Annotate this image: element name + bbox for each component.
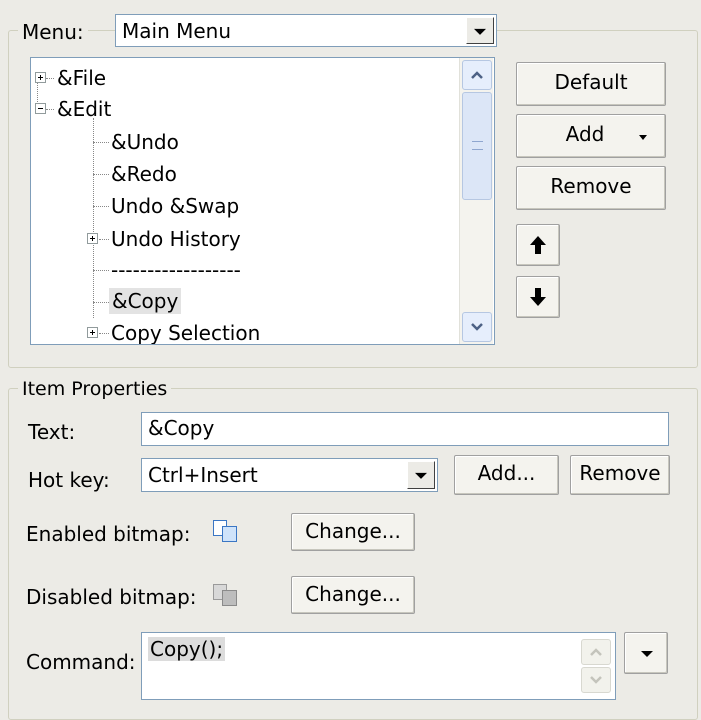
move-up-button[interactable] (516, 224, 560, 266)
disabled-bitmap-change-button[interactable]: Change... (291, 576, 415, 614)
command-menu-button[interactable] (624, 632, 668, 674)
tree-item-label: ------------------ (111, 258, 241, 282)
text-label: Text: (28, 420, 76, 444)
enabled-bitmap-change-button[interactable]: Change... (291, 513, 415, 551)
tree-item-label: &Redo (111, 162, 177, 186)
change-label: Change... (305, 582, 401, 606)
copy-icon-enabled (213, 520, 241, 542)
chevron-up-icon (471, 71, 483, 79)
tree-scrollbar[interactable] (459, 58, 493, 344)
menu-tree[interactable]: &File &Edit &Undo &Redo Undo &Swap Undo … (30, 57, 495, 345)
menu-combo[interactable]: Main Menu (115, 14, 497, 47)
tree-line (93, 270, 109, 271)
tree-line (46, 78, 54, 79)
collapse-icon[interactable] (35, 103, 46, 114)
scroll-up-button[interactable] (462, 60, 492, 90)
remove-button-label: Remove (550, 174, 632, 198)
text-field[interactable]: &Copy (141, 412, 669, 446)
add-button[interactable]: Add (516, 114, 666, 158)
hotkey-add-label: Add... (477, 461, 536, 485)
move-down-button[interactable] (516, 276, 560, 318)
tree-item-label: &Copy (109, 288, 182, 314)
expand-icon[interactable] (35, 72, 46, 83)
chevron-down-icon (474, 28, 486, 35)
default-button-label: Default (554, 70, 628, 94)
tree-item-label: &File (57, 66, 107, 90)
scroll-up-button (581, 639, 611, 665)
tree-line (93, 206, 109, 207)
tree-item-label: &Edit (57, 97, 112, 121)
menu-combo-value: Main Menu (122, 19, 232, 43)
tree-line (93, 118, 94, 318)
hotkey-remove-button[interactable]: Remove (570, 455, 670, 495)
tree-item-label: Undo History (111, 227, 241, 251)
hotkey-add-button[interactable]: Add... (454, 455, 559, 495)
copy-icon-disabled (213, 584, 241, 606)
tree-item-label: &Undo (111, 130, 179, 154)
chevron-down-icon (590, 676, 602, 684)
default-button[interactable]: Default (516, 62, 666, 106)
command-label: Command: (26, 650, 136, 674)
chevron-down-icon (639, 135, 647, 140)
text-field-value: &Copy (148, 416, 215, 440)
arrow-down-icon (530, 288, 546, 306)
expand-icon[interactable] (87, 233, 98, 244)
tree-line (93, 174, 109, 175)
chevron-down-icon (415, 472, 427, 479)
tree-line (93, 142, 109, 143)
tree-line (99, 239, 109, 240)
hotkey-combo[interactable]: Ctrl+Insert (141, 458, 438, 492)
tree-item-label: Copy Selection (111, 321, 261, 345)
tree-line (93, 302, 109, 303)
hotkey-dropdown-button[interactable] (407, 461, 435, 489)
command-value: Copy(); (148, 637, 226, 661)
hotkey-remove-label: Remove (579, 461, 661, 485)
change-label: Change... (305, 519, 401, 543)
chevron-up-icon (590, 648, 602, 656)
scroll-thumb[interactable] (462, 92, 492, 200)
hotkey-value: Ctrl+Insert (148, 463, 258, 487)
arrow-up-icon (530, 236, 546, 254)
scroll-down-button[interactable] (462, 312, 492, 342)
menu-combo-dropdown-button[interactable] (466, 17, 494, 44)
menu-label: Menu: (18, 20, 88, 44)
grip-icon (472, 141, 483, 150)
chevron-down-icon (471, 323, 483, 331)
disabled-bitmap-label: Disabled bitmap: (26, 585, 197, 609)
add-button-label: Add (565, 122, 605, 146)
tree-line (99, 333, 109, 334)
item-properties-label: Item Properties (18, 378, 172, 400)
enabled-bitmap-label: Enabled bitmap: (26, 522, 191, 546)
expand-icon[interactable] (87, 327, 98, 338)
tree-item-label: Undo &Swap (111, 194, 240, 218)
remove-button[interactable]: Remove (516, 166, 666, 210)
tree-line (46, 109, 54, 110)
chevron-down-icon (641, 651, 653, 657)
command-field[interactable]: Copy(); (141, 632, 616, 700)
command-scrollbar (581, 635, 611, 697)
scroll-down-button (581, 667, 611, 693)
hotkey-label: Hot key: (28, 468, 110, 492)
